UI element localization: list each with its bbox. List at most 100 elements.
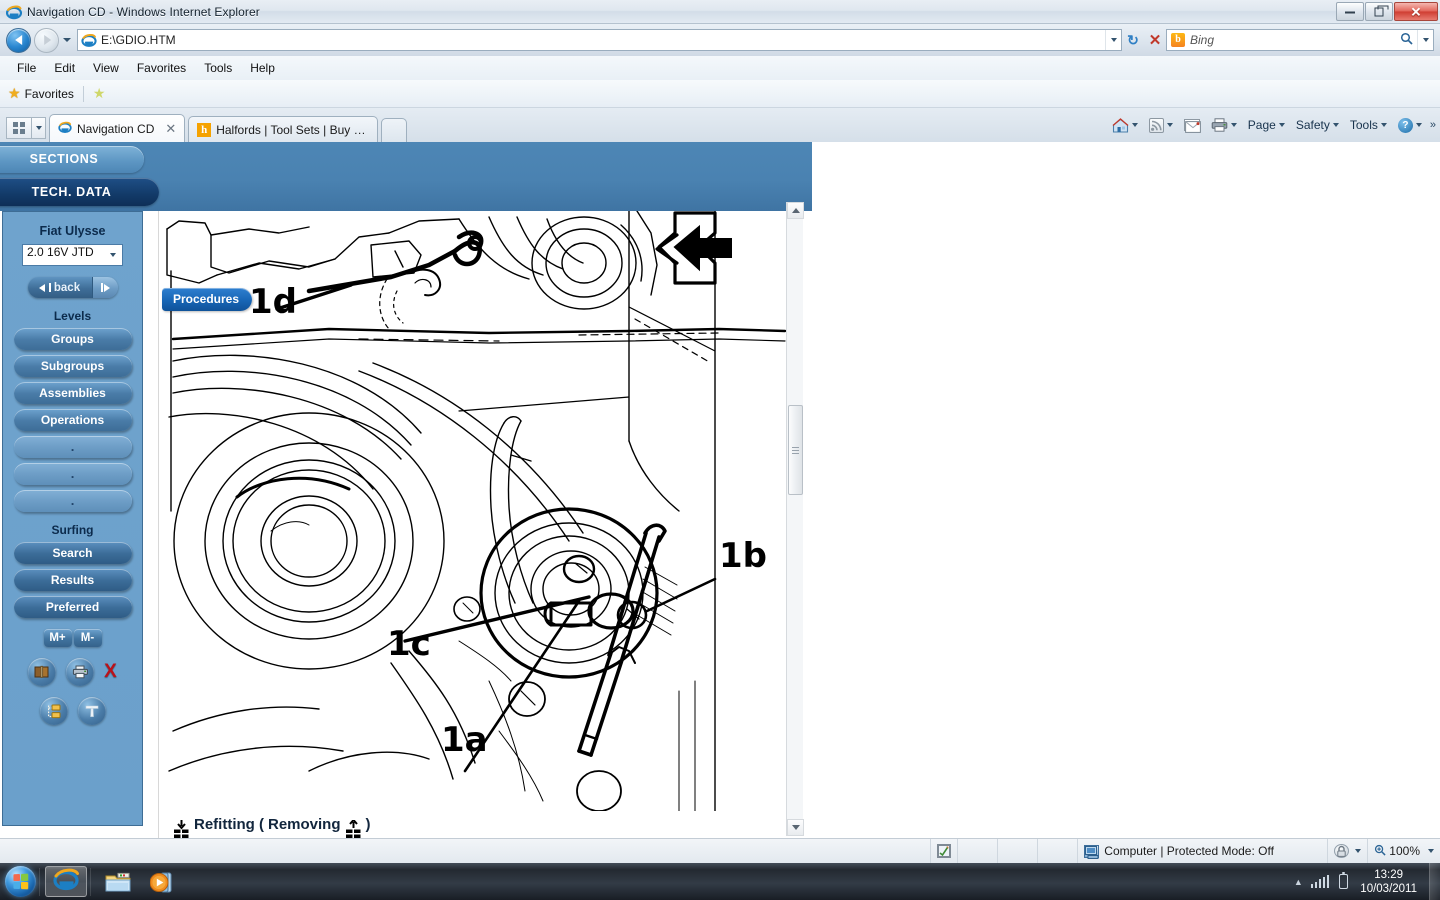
menu-item-file[interactable]: File (8, 59, 45, 77)
system-tray: ▲ 13:29 10/03/2011 (1286, 863, 1440, 900)
menu-item-help[interactable]: Help (241, 59, 284, 77)
manual-book-icon[interactable] (28, 658, 57, 686)
address-input[interactable]: E:\GDIO.HTM (101, 33, 1105, 47)
taskbar-item-windows-media-player[interactable] (140, 866, 182, 897)
halfords-icon: h (197, 122, 212, 137)
close-icon[interactable]: ✕ (165, 121, 176, 137)
menu-item-edit[interactable]: Edit (45, 59, 84, 77)
folder-icon (105, 872, 131, 892)
tab-halfords[interactable]: h Halfords | Tool Sets | Buy a... (188, 116, 379, 142)
taskbar-item-windows-explorer[interactable] (96, 866, 138, 897)
back-button[interactable] (6, 27, 31, 53)
address-bar[interactable]: E:\GDIO.HTM (77, 29, 1122, 51)
address-dropdown-button[interactable] (1105, 30, 1121, 50)
close-button[interactable]: ✕ (1394, 2, 1438, 21)
tools-menu-button[interactable]: Tools (1345, 116, 1392, 134)
taskbar-item-internet-explorer[interactable] (45, 866, 87, 897)
divider (82, 85, 84, 102)
level-button-empty-1[interactable]: . (13, 436, 132, 458)
page-menu-button[interactable]: Page (1243, 116, 1290, 134)
zoom-control[interactable]: 100% (1368, 839, 1440, 864)
level-button-subgroups[interactable]: Subgroups (13, 355, 132, 377)
print-button[interactable] (1206, 116, 1242, 134)
help-menu-button[interactable]: ? (1393, 116, 1427, 135)
printer-icon[interactable] (66, 658, 95, 686)
maximize-button[interactable] (1365, 2, 1393, 21)
level-button-empty-2[interactable]: . (13, 463, 132, 485)
protected-mode-button[interactable] (1328, 838, 1369, 864)
security-zone[interactable]: Computer | Protected Mode: Off (1078, 838, 1329, 864)
back-button[interactable]: back (27, 277, 92, 298)
scroll-up-button[interactable] (787, 202, 804, 219)
address-toolbar: E:\GDIO.HTM ↻ ✕ b Bing (0, 24, 1440, 56)
rss-feed-icon (1148, 117, 1164, 133)
history-dropdown-button[interactable] (59, 29, 75, 51)
engine-belt-technical-diagram: 1d 1b 1c 1a (159, 211, 789, 811)
level-button-groups[interactable]: Groups (13, 328, 132, 350)
level-button-empty-3[interactable]: . (13, 490, 132, 512)
favorites-button[interactable]: Favorites (25, 87, 74, 101)
content-scrollbar[interactable] (786, 202, 804, 836)
scroll-thumb[interactable] (788, 405, 803, 495)
surfing-button-preferred[interactable]: Preferred (13, 596, 132, 618)
home-button[interactable] (1107, 116, 1143, 135)
tab-navigation-cd[interactable]: Navigation CD ✕ (49, 114, 186, 142)
battery-icon[interactable] (1339, 871, 1349, 889)
forward-button[interactable] (91, 277, 118, 298)
hammer-tools-icon[interactable] (77, 697, 106, 725)
memory-add-button[interactable]: M+ (43, 629, 72, 647)
mail-button[interactable] (1179, 117, 1205, 133)
menu-item-favorites[interactable]: Favorites (128, 59, 195, 77)
callout-1c: 1c (387, 624, 431, 664)
surfing-button-results[interactable]: Results (13, 569, 132, 591)
internet-zone-icon[interactable] (931, 838, 959, 864)
page-favicon (81, 32, 97, 48)
search-provider-dropdown[interactable] (1417, 30, 1433, 50)
tab-label: Navigation CD (77, 121, 155, 136)
level-button-operations[interactable]: Operations (13, 409, 132, 431)
zoom-level: 100% (1389, 844, 1420, 858)
refresh-icon: ↻ (1127, 31, 1139, 48)
surfing-button-search[interactable]: Search (13, 542, 132, 564)
scroll-down-button[interactable] (787, 819, 804, 836)
network-signal-icon[interactable] (1310, 875, 1330, 888)
overflow-icon[interactable]: » (1430, 119, 1436, 131)
search-icon[interactable] (1400, 32, 1413, 48)
printer-icon (1211, 118, 1228, 132)
minimize-button[interactable] (1336, 2, 1364, 21)
safety-menu-button[interactable]: Safety (1291, 116, 1344, 134)
new-tab-button[interactable] (381, 118, 408, 142)
callout-1b: 1b (719, 536, 767, 576)
tab-procedures[interactable]: Procedures (162, 288, 253, 311)
browser-window: Navigation CD - Windows Internet Explore… (0, 0, 1440, 900)
memory-remove-button[interactable]: M- (73, 629, 102, 647)
clock[interactable]: 13:29 10/03/2011 (1360, 868, 1417, 896)
feeds-button[interactable] (1144, 116, 1178, 135)
chevron-down-icon (1355, 849, 1362, 853)
windows-start-orb[interactable] (5, 866, 36, 897)
forward-button[interactable] (34, 27, 59, 53)
close-red-x-icon[interactable]: X (104, 661, 117, 683)
search-input[interactable]: Bing (1190, 33, 1400, 47)
window-controls: ✕ (1336, 2, 1438, 21)
add-to-favorites-icon[interactable]: ★ (93, 85, 106, 102)
level-button-assemblies[interactable]: Assemblies (13, 382, 132, 404)
model-title: Fiat Ulysse (39, 224, 106, 238)
sections-tab[interactable]: SECTIONS (0, 146, 144, 173)
stop-button[interactable]: ✕ (1144, 29, 1166, 51)
folder-tree-icon[interactable] (39, 697, 68, 725)
clock-date: 10/03/2011 (1360, 882, 1417, 895)
show-hidden-icons-caret[interactable]: ▲ (1294, 877, 1303, 887)
refit-heading-link[interactable]: Removing (268, 817, 341, 832)
show-desktop-button[interactable] (1429, 863, 1440, 900)
tab-list-dropdown[interactable] (32, 117, 46, 139)
menu-item-view[interactable]: View (84, 59, 128, 77)
menu-item-tools[interactable]: Tools (195, 59, 241, 77)
engine-select[interactable]: 2.0 16V JTD (22, 244, 123, 266)
command-bar: Page Safety Tools ? » (1107, 112, 1436, 138)
ie-icon (53, 866, 79, 897)
search-box[interactable]: b Bing (1166, 29, 1434, 51)
quick-tabs-icon[interactable] (6, 117, 32, 139)
refresh-button[interactable]: ↻ (1122, 29, 1144, 51)
tech-data-tab[interactable]: TECH. DATA (0, 178, 159, 206)
